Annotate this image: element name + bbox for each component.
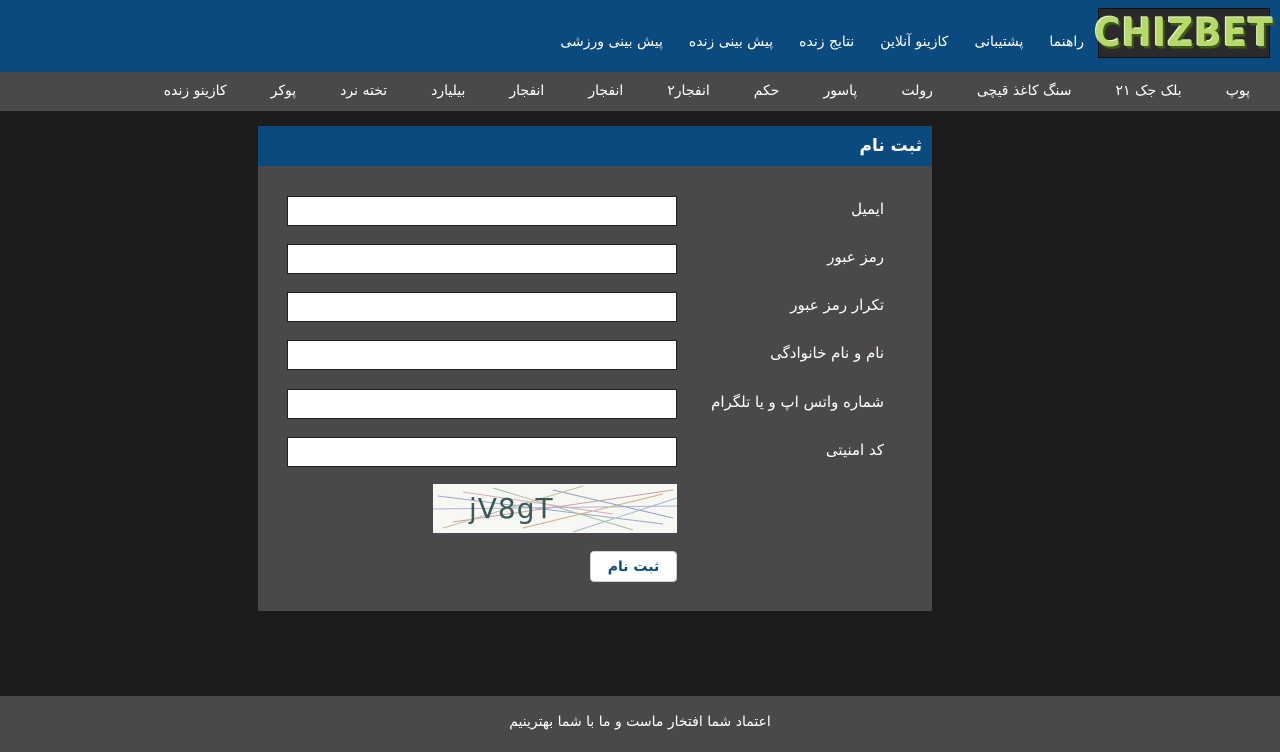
game-crash-1[interactable]: انفجار <box>509 83 544 99</box>
site-logo[interactable]: CHIZBET <box>1094 8 1273 58</box>
game-billiards[interactable]: بیلیارد <box>431 83 465 99</box>
game-live-casino[interactable]: کازینو زنده <box>164 83 227 99</box>
game-backgammon[interactable]: تخته نرد <box>340 83 387 99</box>
game-roulette[interactable]: رولت <box>901 83 933 99</box>
game-rock-paper-scissors[interactable]: سنگ کاغذ قیچی <box>977 83 1072 99</box>
messenger-number-field[interactable] <box>287 389 677 419</box>
games-nav: کازینو زنده پوکر تخته نرد بیلیارد انفجار… <box>0 72 1280 111</box>
game-hokm[interactable]: حکم <box>754 83 780 99</box>
full-name-row: نام و نام خانوادگی <box>258 340 932 370</box>
nav-help[interactable]: راهنما <box>1049 34 1084 50</box>
game-crash-2[interactable]: انفجار <box>588 83 623 99</box>
email-label: ایمیل <box>851 200 884 218</box>
confirm-password-field[interactable] <box>287 292 677 322</box>
nav-sports-prediction[interactable]: پیش بینی ورزشی <box>560 34 663 50</box>
nav-live-prediction[interactable]: پیش بینی زنده <box>689 34 773 50</box>
site-footer: اعتماد شما افتخار ماست و ما با شما بهتری… <box>0 696 1280 752</box>
password-label: رمز عبور <box>827 248 884 266</box>
register-button[interactable]: ثبت نام <box>590 551 677 582</box>
nav-support[interactable]: پشتیبانی <box>974 34 1023 50</box>
register-panel: ثبت نام ایمیل رمز عبور تکرار رمز عبور نا… <box>258 126 932 611</box>
email-row: ایمیل <box>258 196 932 226</box>
main-nav: پیش بینی ورزشی پیش بینی زنده نتایج زنده … <box>560 34 1084 50</box>
confirm-password-label: تکرار رمز عبور <box>790 296 884 314</box>
nav-live-results[interactable]: نتایج زنده <box>799 34 854 50</box>
register-panel-header: ثبت نام <box>258 126 932 166</box>
game-pop[interactable]: پوپ <box>1226 83 1250 99</box>
full-name-label: نام و نام خانوادگی <box>770 344 884 362</box>
security-code-field[interactable] <box>287 437 677 467</box>
footer-text: اعتماد شما افتخار ماست و ما با شما بهتری… <box>509 714 771 730</box>
register-title: ثبت نام <box>859 136 922 156</box>
game-poker[interactable]: پوکر <box>271 83 297 99</box>
game-crash-3[interactable]: انفجار۲ <box>667 83 709 99</box>
security-code-row: کد امنیتی <box>258 437 932 467</box>
messenger-row: شماره واتس اپ و یا تلگرام <box>258 389 932 419</box>
full-name-field[interactable] <box>287 340 677 370</box>
site-header: CHIZBET پیش بینی ورزشی پیش بینی زنده نتا… <box>0 0 1280 72</box>
game-blackjack[interactable]: بلک جک ۲۱ <box>1115 83 1181 99</box>
email-field[interactable] <box>287 196 677 226</box>
captcha-image: jV8gT <box>433 484 677 533</box>
password-field[interactable] <box>287 244 677 274</box>
confirm-password-row: تکرار رمز عبور <box>258 292 932 322</box>
captcha-code: jV8gT <box>469 492 554 525</box>
nav-online-casino[interactable]: کازینو آنلاین <box>880 34 948 50</box>
logo-text: CHIZBET <box>1094 10 1274 56</box>
password-row: رمز عبور <box>258 244 932 274</box>
messenger-label: شماره واتس اپ و یا تلگرام <box>711 393 884 411</box>
game-pasur[interactable]: پاسور <box>823 83 857 99</box>
security-code-label: کد امنیتی <box>825 441 884 459</box>
